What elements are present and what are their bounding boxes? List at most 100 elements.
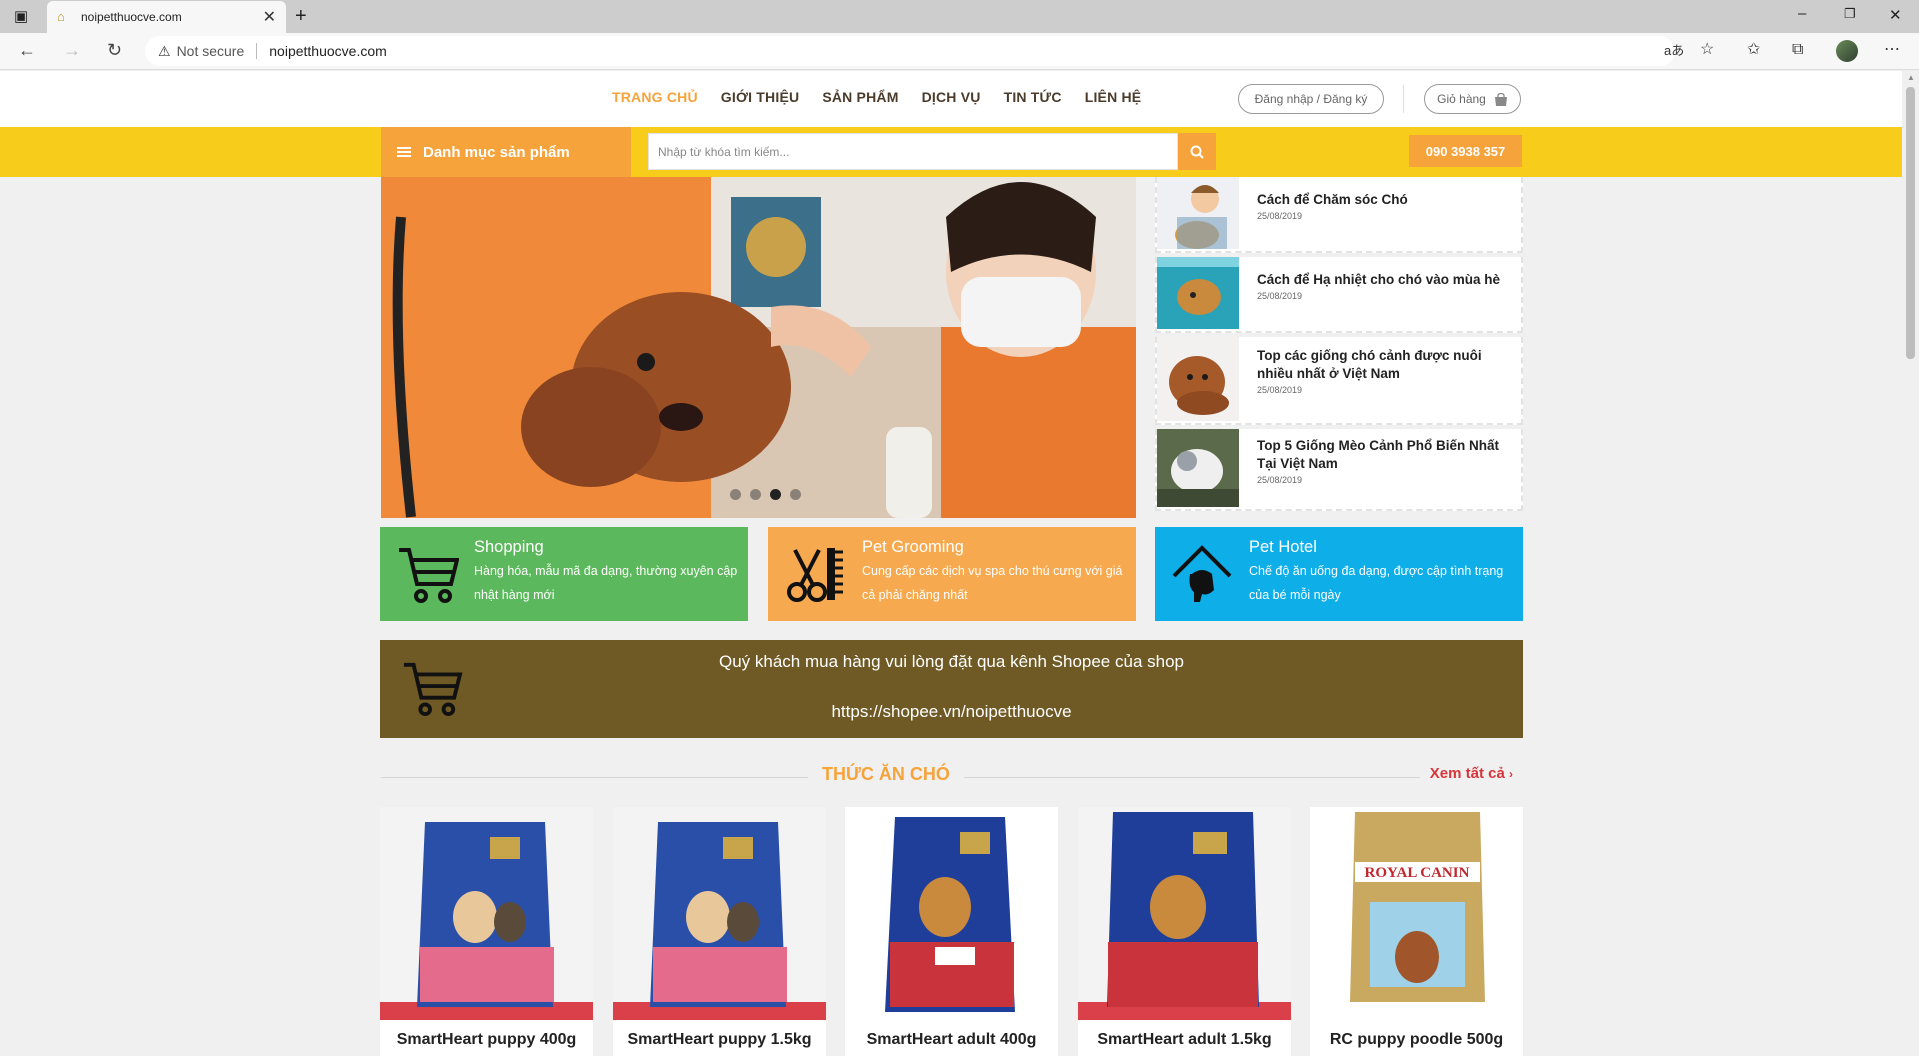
page-scrollbar[interactable]: ▲ bbox=[1902, 71, 1919, 1056]
chevron-right-icon: › bbox=[1509, 767, 1513, 781]
search-icon bbox=[1190, 145, 1204, 159]
news-thumbnail bbox=[1157, 257, 1239, 329]
nav-about[interactable]: GIỚI THIỆU bbox=[721, 89, 800, 105]
search-button[interactable] bbox=[1178, 133, 1216, 170]
url-text: noipetthuocve.com bbox=[269, 43, 387, 59]
reload-icon[interactable]: ↻ bbox=[107, 40, 122, 60]
news-thumbnail bbox=[1157, 429, 1239, 507]
close-window-icon[interactable]: ✕ bbox=[1889, 6, 1902, 24]
news-date: 25/08/2019 bbox=[1257, 211, 1303, 221]
shopping-bag-icon bbox=[1494, 92, 1507, 106]
favorites-icon[interactable]: ✩ bbox=[1747, 40, 1760, 60]
view-all-label: Xem tất cả bbox=[1429, 765, 1505, 782]
product-image bbox=[613, 807, 826, 1020]
hotline-button[interactable]: 090 3938 357 bbox=[1409, 135, 1522, 167]
product-name[interactable]: SmartHeart adult 400g bbox=[845, 1031, 1058, 1049]
product-card[interactable]: SmartHeart adult 400g bbox=[845, 807, 1058, 1056]
product-image bbox=[380, 807, 593, 1020]
shopee-message: Quý khách mua hàng vui lòng đặt qua kênh… bbox=[718, 652, 1184, 671]
warning-icon: ⚠ bbox=[158, 42, 171, 59]
section-header: THỨC ĂN CHÓ Xem tất cả › bbox=[381, 761, 1523, 797]
news-item[interactable]: Cách để Hạ nhiệt cho chó vào mùa hè 25/0… bbox=[1155, 257, 1523, 333]
new-tab-icon[interactable]: + bbox=[295, 5, 307, 28]
news-title[interactable]: Top 5 Giống Mèo Cảnh Phổ Biến Nhất Tại V… bbox=[1257, 437, 1511, 473]
product-card[interactable]: SmartHeart puppy 400g bbox=[380, 807, 593, 1056]
news-date: 25/08/2019 bbox=[1257, 385, 1303, 395]
nav-news[interactable]: TIN TỨC bbox=[1004, 89, 1062, 105]
product-image bbox=[845, 807, 1058, 1020]
forward-icon[interactable]: → bbox=[63, 40, 81, 60]
product-card[interactable]: SmartHeart puppy 1.5kg bbox=[613, 807, 826, 1056]
service-title: Pet Grooming bbox=[862, 538, 964, 556]
product-name[interactable]: RC puppy poodle 500g bbox=[1310, 1031, 1523, 1049]
news-title[interactable]: Top các giống chó cảnh được nuôi nhiều n… bbox=[1257, 347, 1511, 383]
category-menu-label: Danh mục sản phẩm bbox=[423, 143, 570, 161]
product-card[interactable]: ROYAL CANIN RC puppy poodle 500g bbox=[1310, 807, 1523, 1056]
slider-dot[interactable] bbox=[790, 489, 801, 500]
slider-dot-active[interactable] bbox=[770, 489, 781, 500]
nav-contact[interactable]: LIÊN HỆ bbox=[1085, 89, 1142, 105]
read-aloud-icon[interactable]: aあ bbox=[1664, 41, 1684, 61]
back-icon[interactable]: ← bbox=[18, 40, 36, 60]
slider-dot[interactable] bbox=[730, 489, 741, 500]
nav-home[interactable]: TRANG CHỦ bbox=[612, 89, 698, 105]
nav-services[interactable]: DỊCH VỤ bbox=[922, 89, 981, 105]
main-navigation: TRANG CHỦ GIỚI THIỆU SẢN PHẨM DỊCH VỤ TI… bbox=[612, 89, 1141, 105]
svg-text:ROYAL CANIN: ROYAL CANIN bbox=[1365, 865, 1470, 881]
service-description: Cung cấp các dịch vụ spa cho thú cưng vớ… bbox=[862, 564, 1123, 602]
service-description: Hàng hóa, mẫu mã đa dạng, thường xuyên c… bbox=[474, 564, 738, 602]
scrollbar-thumb[interactable] bbox=[1906, 87, 1915, 359]
news-title[interactable]: Cách để Chăm sóc Chó bbox=[1257, 191, 1408, 209]
shopping-cart-icon bbox=[380, 527, 474, 621]
browser-tab-bar: ▣ ⌂ noipetthuocve.com ✕ + – ❐ ✕ bbox=[0, 0, 1919, 33]
profile-avatar[interactable] bbox=[1836, 40, 1858, 62]
scroll-up-icon[interactable]: ▲ bbox=[1907, 73, 1915, 82]
service-hotel[interactable]: Pet Hotel Chế độ ăn uống đa dạng, được c… bbox=[1155, 527, 1523, 621]
tab-title: noipetthuocve.com bbox=[81, 10, 182, 24]
product-name[interactable]: SmartHeart puppy 1.5kg bbox=[613, 1031, 826, 1049]
url-field[interactable]: ⚠ Not secure noipetthuocve.com bbox=[145, 36, 1675, 66]
close-tab-icon[interactable]: ✕ bbox=[263, 7, 276, 27]
service-shopping[interactable]: Shopping Hàng hóa, mẫu mã đa dạng, thườn… bbox=[380, 527, 748, 621]
news-item[interactable]: Top 5 Giống Mèo Cảnh Phổ Biến Nhất Tại V… bbox=[1155, 429, 1523, 511]
product-name[interactable]: SmartHeart puppy 400g bbox=[380, 1031, 593, 1049]
pet-house-icon bbox=[1155, 527, 1249, 621]
toolbar-strip: Danh mục sản phẩm Nhập từ khóa tìm kiếm.… bbox=[0, 127, 1902, 177]
site-header: TRANG CHỦ GIỚI THIỆU SẢN PHẨM DỊCH VỤ TI… bbox=[0, 71, 1902, 127]
web-page: TRANG CHỦ GIỚI THIỆU SẢN PHẨM DỊCH VỤ TI… bbox=[0, 71, 1902, 1056]
slider-dot[interactable] bbox=[750, 489, 761, 500]
news-item[interactable]: Cách để Chăm sóc Chó 25/08/2019 bbox=[1155, 177, 1523, 253]
news-title[interactable]: Cách để Hạ nhiệt cho chó vào mùa hè bbox=[1257, 271, 1500, 289]
omnibox-divider bbox=[256, 43, 258, 59]
nav-products[interactable]: SẢN PHẨM bbox=[822, 89, 898, 105]
hero-slider[interactable] bbox=[381, 177, 1136, 518]
cart-button[interactable]: Giỏ hàng bbox=[1424, 84, 1521, 114]
service-grooming[interactable]: Pet Grooming Cung cấp các dịch vụ spa ch… bbox=[768, 527, 1136, 621]
news-date: 25/08/2019 bbox=[1257, 291, 1303, 301]
more-menu-icon[interactable]: ⋯ bbox=[1884, 40, 1900, 60]
scissors-comb-icon bbox=[768, 527, 862, 621]
cart-label: Giỏ hàng bbox=[1437, 92, 1486, 106]
service-description: Chế độ ăn uống đa dạng, được cập tình tr… bbox=[1249, 564, 1504, 602]
site-favicon-icon: ⌂ bbox=[57, 9, 65, 24]
category-menu-button[interactable]: Danh mục sản phẩm bbox=[381, 127, 631, 177]
news-item[interactable]: Top các giống chó cảnh được nuôi nhiều n… bbox=[1155, 337, 1523, 425]
minimize-icon[interactable]: – bbox=[1798, 5, 1806, 22]
tab-actions-icon[interactable]: ▣ bbox=[14, 7, 28, 25]
restore-icon[interactable]: ❐ bbox=[1844, 6, 1856, 22]
hero-slide-image bbox=[381, 177, 1136, 518]
browser-tab[interactable]: ⌂ noipetthuocve.com ✕ bbox=[47, 1, 286, 33]
shopee-banner[interactable]: Quý khách mua hàng vui lòng đặt qua kênh… bbox=[380, 640, 1523, 738]
view-all-link[interactable]: Xem tất cả › bbox=[1419, 765, 1523, 782]
shopee-link[interactable]: https://shopee.vn/noipetthuocve bbox=[380, 702, 1523, 722]
add-favorite-icon[interactable]: ☆ bbox=[1700, 40, 1714, 60]
product-name[interactable]: SmartHeart adult 1.5kg bbox=[1078, 1031, 1291, 1049]
search-input[interactable]: Nhập từ khóa tìm kiếm... bbox=[648, 133, 1178, 170]
not-secure-label: Not secure bbox=[176, 43, 245, 59]
news-sidebar: Cách để Chăm sóc Chó 25/08/2019 Cách để … bbox=[1155, 177, 1523, 515]
news-thumbnail bbox=[1157, 177, 1239, 249]
product-card[interactable]: SmartHeart adult 1.5kg bbox=[1078, 807, 1291, 1056]
login-register-button[interactable]: Đăng nhập / Đăng ký bbox=[1238, 84, 1384, 114]
product-image bbox=[1078, 807, 1291, 1020]
collections-icon[interactable]: ⧉ bbox=[1792, 40, 1803, 60]
